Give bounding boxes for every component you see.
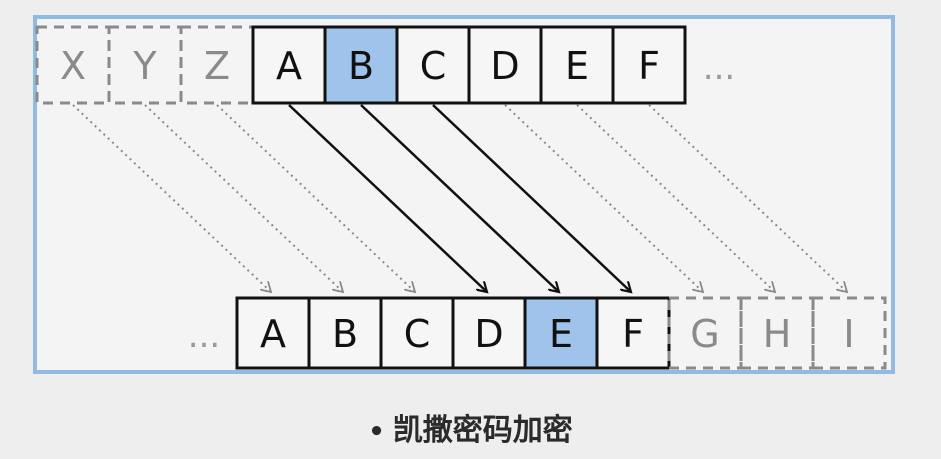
top-ghost-cell-y-letter: Y [132, 44, 157, 88]
caption: • 凯撒密码加密 [0, 405, 941, 449]
top-ghost-cell-x-letter: X [60, 44, 86, 88]
top-cell-d-letter: D [490, 44, 519, 88]
bottom-ghost-cell-h-letter: H [763, 312, 792, 356]
bottom-cell-a: A [235, 296, 311, 370]
bottom-cell-d-letter: D [474, 312, 503, 356]
top-cell-a-letter: A [276, 44, 302, 88]
bottom-cell-a-letter: A [260, 312, 286, 356]
bottom-cell-c-letter: C [404, 312, 431, 356]
bottom-ghost-cell-g-letter: G [690, 312, 719, 356]
bottom-cell-b: B [307, 296, 383, 370]
bullet-icon: • [368, 417, 385, 447]
caption-text: 凯撒密码加密 [392, 413, 573, 448]
top-cell-d: D [467, 25, 543, 105]
bottom-ghost-cell-i-letter: I [843, 312, 854, 356]
top-ellipsis: ... [703, 48, 735, 88]
top-cell-b-letter: B [348, 44, 374, 88]
bottom-cell-e: E [523, 296, 599, 370]
top-cell-e-letter: E [565, 44, 589, 88]
bottom-cell-f-letter: F [622, 312, 644, 356]
bottom-ellipsis: ... [188, 316, 220, 356]
top-ghost-cell-z-letter: Z [204, 44, 230, 88]
top-cell-f: F [611, 25, 687, 105]
top-cell-c: C [395, 25, 471, 105]
top-cell-f-letter: F [638, 44, 660, 88]
top-cell-a: A [251, 25, 327, 105]
top-cell-e: E [539, 25, 615, 105]
bottom-cell-d: D [451, 296, 527, 370]
bottom-cell-b-letter: B [332, 312, 358, 356]
top-cell-c-letter: C [420, 44, 447, 88]
top-cell-b: B [323, 25, 399, 105]
bottom-cell-c: C [379, 296, 455, 370]
bottom-cell-e-letter: E [549, 312, 573, 356]
caesar-cipher-diagram: X Y Z A B C D E F... ... A B C D E F G H I [33, 15, 895, 374]
bottom-cell-f: F [595, 296, 671, 370]
